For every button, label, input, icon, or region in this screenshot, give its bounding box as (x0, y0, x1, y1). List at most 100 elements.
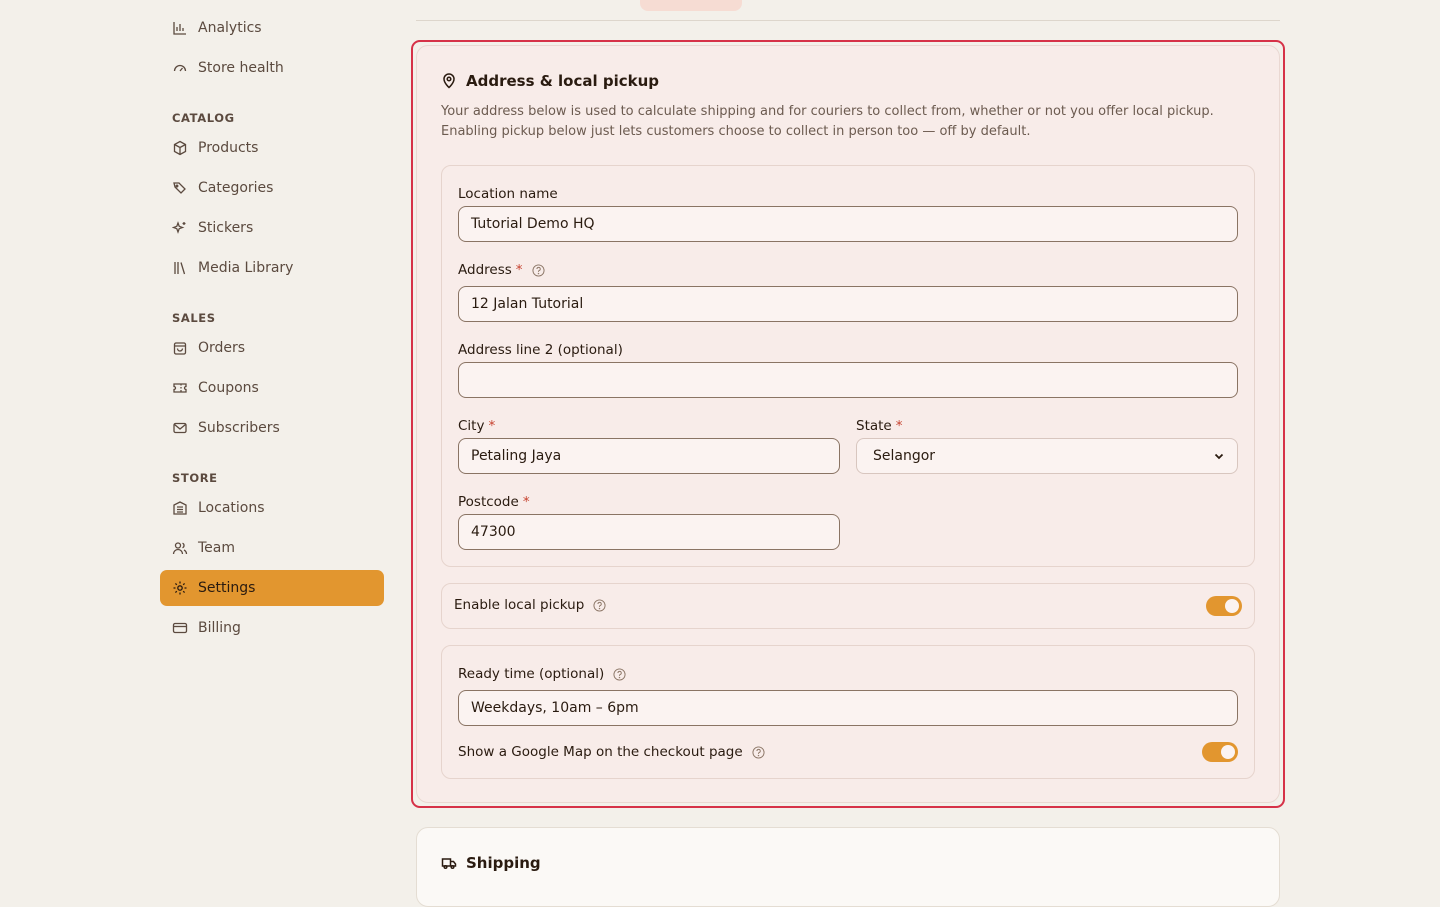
help-circle-icon[interactable] (531, 263, 545, 277)
sidebar-item-label: Store health (198, 60, 284, 76)
toggle-knob (1221, 745, 1235, 759)
sidebar-item-label: Billing (198, 620, 241, 636)
location-name-label: Location name (458, 186, 558, 202)
state-select[interactable]: Selangor (856, 438, 1238, 474)
google-map-label: Show a Google Map on the checkout page (458, 744, 765, 760)
address2-input[interactable] (458, 362, 1238, 398)
chevron-down-icon (1213, 450, 1225, 462)
sidebar-item-products[interactable]: Products (160, 130, 384, 166)
sidebar-item-analytics[interactable]: Analytics (160, 10, 384, 46)
card-title-text: Shipping (466, 854, 541, 872)
sidebar-item-label: Stickers (198, 220, 254, 236)
postcode-value: 47300 (471, 524, 516, 540)
sidebar-item-categories[interactable]: Categories (160, 170, 384, 206)
ready-time-label-text: Ready time (optional) (458, 666, 605, 682)
ready-time-label: Ready time (optional) (458, 666, 626, 682)
sidebar-item-coupons[interactable]: Coupons (160, 370, 384, 406)
address-label: Address * (458, 262, 545, 278)
state-value: Selangor (873, 448, 936, 464)
sidebar-item-label: Locations (198, 500, 265, 516)
box-icon (172, 140, 188, 156)
sidebar-item-stickers[interactable]: Stickers (160, 210, 384, 246)
sidebar-item-subscribers[interactable]: Subscribers (160, 410, 384, 446)
address2-label-text: Address line 2 (optional) (458, 342, 623, 358)
toggle-knob (1225, 599, 1239, 613)
section-label-store: STORE (172, 471, 218, 485)
city-label: City * (458, 418, 495, 434)
sidebar-item-orders[interactable]: Orders (160, 330, 384, 366)
sidebar-item-label: Categories (198, 180, 274, 196)
sidebar-item-media-library[interactable]: Media Library (160, 250, 384, 286)
local-pickup-label-text: Enable local pickup (454, 597, 585, 613)
required-asterisk: * (895, 418, 903, 434)
google-map-toggle[interactable] (1202, 742, 1238, 762)
sidebar-item-label: Analytics (198, 20, 262, 36)
local-pickup-label: Enable local pickup (454, 597, 606, 613)
building-icon (172, 500, 188, 516)
tab-active[interactable] (640, 0, 742, 11)
sidebar-item-label: Coupons (198, 380, 259, 396)
card-title: Address & local pickup (441, 72, 659, 90)
sidebar-item-label: Subscribers (198, 420, 280, 436)
gear-icon (172, 580, 188, 596)
sidebar-item-label: Products (198, 140, 259, 156)
credit-card-icon (172, 620, 188, 636)
sidebar-item-label: Settings (198, 580, 256, 596)
address-fields-group: Location name Tutorial Demo HQ Address *… (441, 165, 1255, 567)
postcode-label: Postcode * (458, 494, 530, 510)
card-title-text: Address & local pickup (466, 72, 660, 90)
sidebar-item-team[interactable]: Team (160, 530, 384, 566)
state-label: State * (856, 418, 902, 434)
library-icon (172, 260, 188, 276)
sidebar-item-label: Orders (198, 340, 246, 356)
postcode-label-text: Postcode (458, 494, 519, 510)
address-label-text: Address (458, 262, 512, 278)
sidebar-item-settings[interactable]: Settings (160, 570, 384, 606)
sidebar-item-locations[interactable]: Locations (160, 490, 384, 526)
sparkles-icon (172, 220, 188, 236)
postcode-input[interactable]: 47300 (458, 514, 840, 550)
users-icon (172, 540, 188, 556)
bar-chart-icon (172, 20, 188, 36)
local-pickup-toggle[interactable] (1206, 596, 1242, 616)
sidebar-item-store-health[interactable]: Store health (160, 50, 384, 86)
address-pickup-card: Address & local pickup Your address belo… (416, 45, 1280, 803)
required-asterisk: * (488, 418, 496, 434)
section-label-sales: SALES (172, 311, 216, 325)
pickup-options-group: Ready time (optional) Weekdays, 10am – 6… (441, 645, 1255, 779)
settings-tabs (416, 0, 1280, 21)
mail-icon (172, 420, 188, 436)
sidebar: Analytics Store health CATALOG Products … (160, 0, 384, 888)
address-input[interactable]: 12 Jalan Tutorial (458, 286, 1238, 322)
ready-time-value: Weekdays, 10am – 6pm (471, 700, 639, 716)
help-circle-icon[interactable] (752, 745, 765, 759)
card-title: Shipping (441, 854, 541, 872)
section-label-catalog: CATALOG (172, 111, 235, 125)
help-circle-icon[interactable] (613, 667, 626, 681)
gauge-icon (172, 60, 188, 76)
location-name-input[interactable]: Tutorial Demo HQ (458, 206, 1238, 242)
truck-icon (441, 855, 457, 871)
tags-icon (172, 180, 188, 196)
required-asterisk: * (515, 262, 523, 278)
location-name-value: Tutorial Demo HQ (471, 216, 595, 232)
sidebar-item-label: Team (198, 540, 236, 556)
city-value: Petaling Jaya (471, 448, 562, 464)
shopping-bag-icon (172, 340, 188, 356)
state-label-text: State (856, 418, 892, 434)
sidebar-item-label: Media Library (198, 260, 294, 276)
google-map-label-text: Show a Google Map on the checkout page (458, 744, 743, 760)
city-label-text: City (458, 418, 485, 434)
ticket-icon (172, 380, 188, 396)
card-description: Your address below is used to calculate … (441, 104, 1214, 139)
location-name-label-text: Location name (458, 186, 558, 202)
city-input[interactable]: Petaling Jaya (458, 438, 840, 474)
map-pin-icon (441, 73, 457, 89)
help-circle-icon[interactable] (593, 598, 606, 612)
required-asterisk: * (522, 494, 530, 510)
sidebar-item-billing[interactable]: Billing (160, 610, 384, 646)
address-value: 12 Jalan Tutorial (471, 296, 584, 312)
ready-time-input[interactable]: Weekdays, 10am – 6pm (458, 690, 1238, 726)
shipping-card: Shipping (416, 827, 1280, 907)
local-pickup-row: Enable local pickup (441, 583, 1255, 629)
